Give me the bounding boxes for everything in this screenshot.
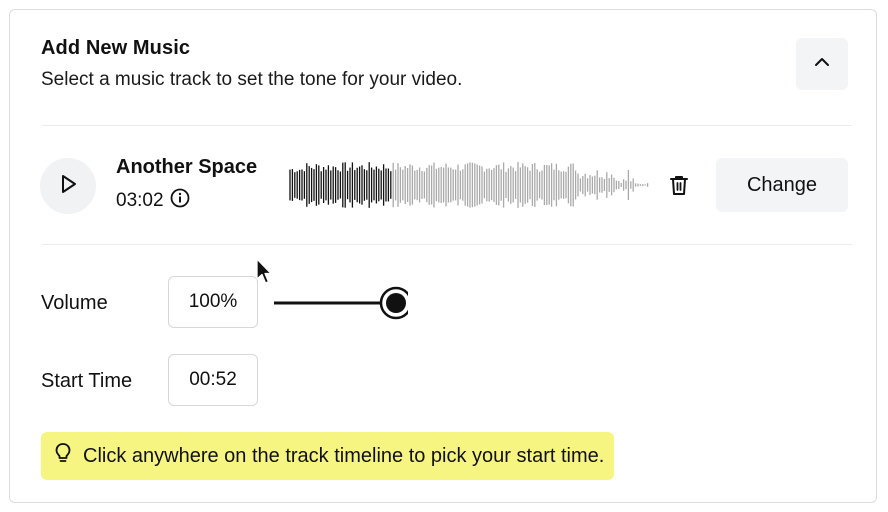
track-duration: 03:02 [116,190,164,211]
divider [42,244,852,245]
volume-label: Volume [41,292,108,314]
volume-input[interactable]: 100% [168,276,258,328]
panel-subtitle: Select a music track to set the tone for… [41,69,463,90]
change-track-button[interactable]: Change [716,158,848,212]
tip-text: Click anywhere on the track timeline to … [83,444,605,467]
mouse-cursor-icon [256,258,272,284]
play-icon [57,173,79,200]
delete-button[interactable] [666,174,692,200]
collapse-button[interactable] [796,38,848,90]
track-duration-row: 03:02 [116,188,190,214]
track-waveform[interactable] [289,160,649,210]
volume-slider-thumb[interactable] [379,286,408,320]
start-time-input[interactable]: 00:52 [168,354,258,406]
chevron-up-icon [812,52,832,77]
volume-slider[interactable] [272,286,408,320]
play-button[interactable] [40,158,96,214]
add-music-panel: Add New Music Select a music track to se… [9,9,877,503]
divider [42,125,852,126]
panel-title: Add New Music [41,37,191,59]
start-time-label: Start Time [41,370,133,392]
info-icon[interactable] [170,188,190,214]
tip-banner: Click anywhere on the track timeline to … [41,432,615,480]
lightbulb-icon [53,442,73,470]
trash-icon [669,174,689,201]
track-name: Another Space [116,156,258,178]
